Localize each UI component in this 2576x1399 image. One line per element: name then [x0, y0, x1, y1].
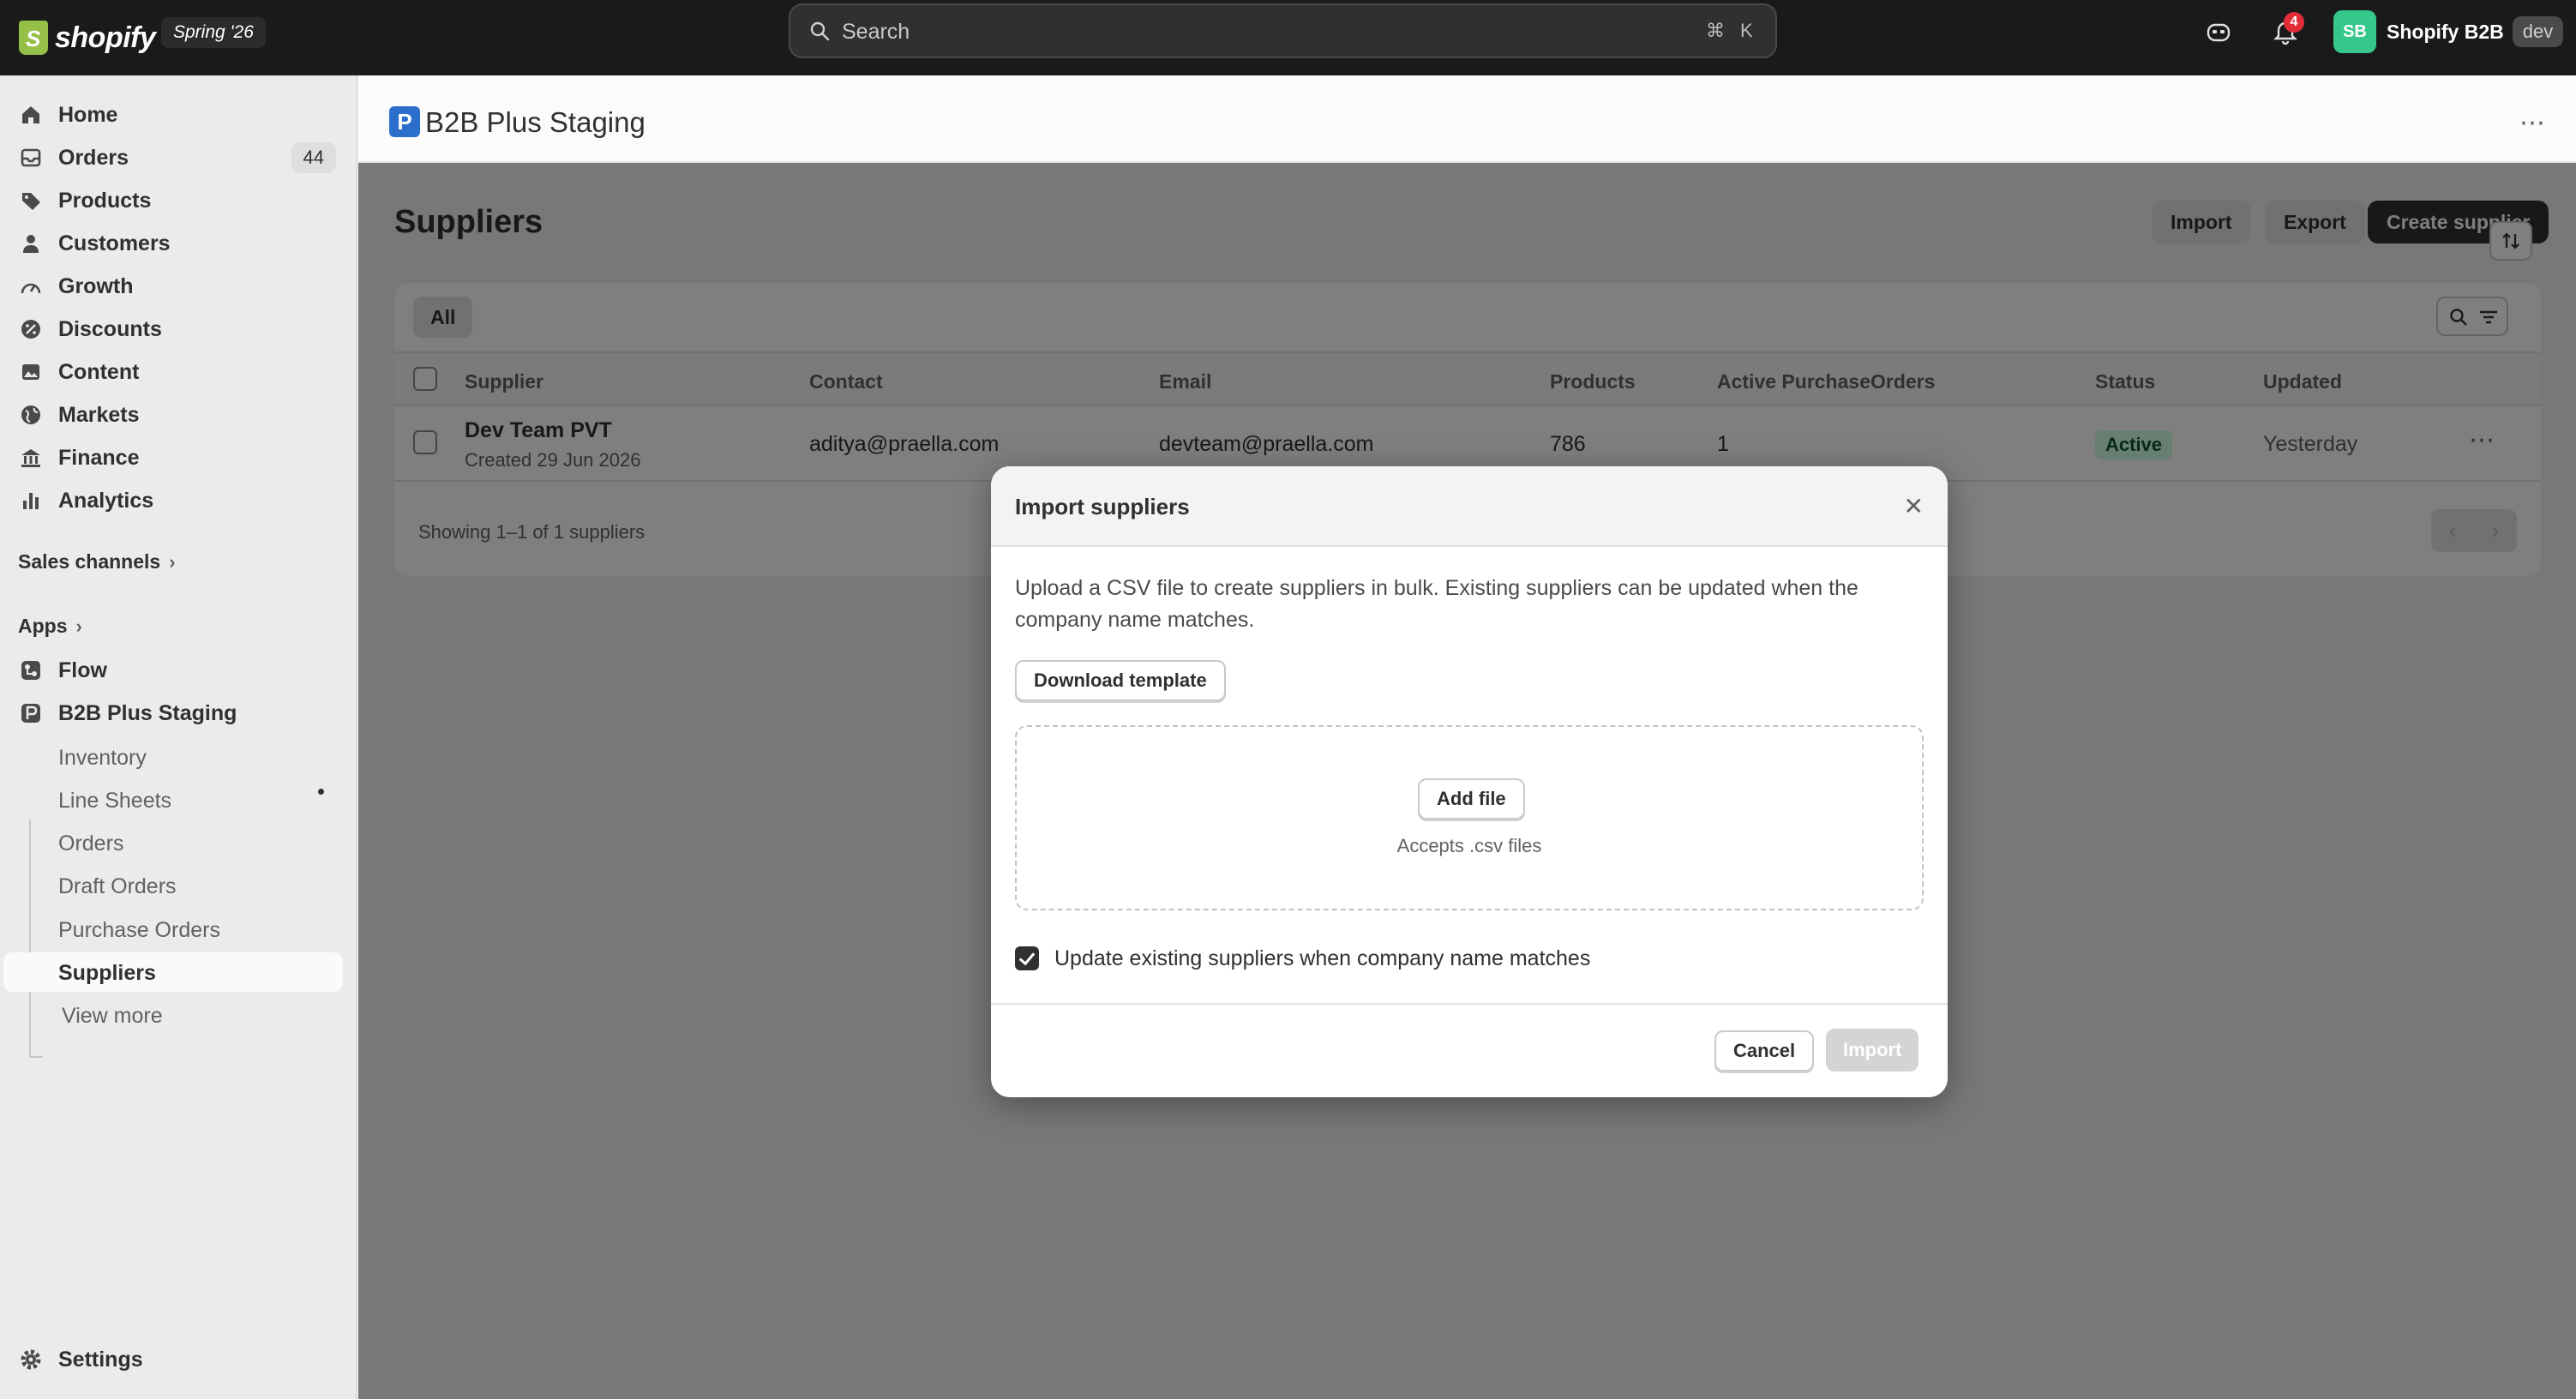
- app-title: B2B Plus Staging: [425, 106, 646, 138]
- sidebar-item-label: Orders: [58, 145, 129, 170]
- modal-header: Import suppliers ✕: [991, 466, 1948, 547]
- sidebar-item-label: Customers: [58, 231, 171, 255]
- update-existing-checkbox[interactable]: [1015, 946, 1039, 970]
- tag-icon: [22, 193, 40, 210]
- sidebar-item-content[interactable]: Content: [3, 351, 343, 393]
- sidebar-item-flow[interactable]: Flow: [3, 650, 343, 691]
- import-submit-button[interactable]: Import: [1826, 1029, 1919, 1072]
- chevron-right-icon: ›: [75, 615, 82, 637]
- bank-icon: [21, 449, 40, 467]
- more-actions-icon[interactable]: ⋯: [2519, 108, 2547, 138]
- sidebar-subitem-label: Suppliers: [58, 961, 156, 985]
- content-icon: [22, 364, 39, 380]
- store-env-badge: dev: [2512, 16, 2564, 47]
- add-file-button[interactable]: Add file: [1418, 778, 1525, 820]
- flow-icon: [21, 661, 40, 680]
- sidebar-item-label: B2B Plus Staging: [58, 700, 237, 725]
- orders-count-badge: 44: [291, 142, 336, 173]
- sidebar-subitem-suppliers[interactable]: Suppliers: [3, 952, 343, 992]
- shopify-bag-icon: [19, 21, 48, 55]
- sidebar-item-finance[interactable]: Finance: [3, 437, 343, 478]
- person-icon: [23, 235, 39, 253]
- sidebar-subitem-orders[interactable]: Orders: [3, 823, 343, 862]
- sidebar-item-b2b-plus-staging[interactable]: B2B Plus Staging: [3, 693, 343, 734]
- notification-count-badge: 4: [2284, 12, 2304, 33]
- home-icon: [22, 106, 39, 123]
- search-bar[interactable]: Search ⌘ K: [789, 3, 1777, 58]
- apps-label: Apps: [18, 615, 68, 637]
- view-more-label: View more: [62, 1004, 163, 1028]
- sidebar-subitem-label: Draft Orders: [58, 874, 177, 898]
- sidebar-item-label: Finance: [58, 445, 140, 470]
- sidebar-item-label: Flow: [58, 657, 107, 682]
- sidebar-item-label: Products: [58, 188, 152, 213]
- sidebar-subitem-purchase-orders[interactable]: Purchase Orders: [3, 910, 343, 949]
- sidebar-item-markets[interactable]: Markets: [3, 394, 343, 435]
- tree-connector-arrow: [29, 1048, 43, 1058]
- sidebar-item-label: Home: [58, 102, 118, 127]
- sidebar-subitem-line-sheets[interactable]: Line Sheets: [3, 780, 343, 820]
- sidebar-item-settings[interactable]: Settings: [3, 1339, 343, 1380]
- search-shortcut-key: K: [1740, 20, 1753, 41]
- sidebar-subitem-draft-orders[interactable]: Draft Orders: [3, 866, 343, 905]
- cancel-button[interactable]: Cancel: [1714, 1030, 1815, 1072]
- import-suppliers-modal: Import suppliers ✕ Upload a CSV file to …: [991, 466, 1948, 1097]
- store-name: Shopify B2B: [2387, 20, 2504, 43]
- sidekick-icon[interactable]: [2205, 19, 2232, 46]
- inbox-icon: [21, 148, 41, 167]
- top-bar: shopify Spring '26 Search ⌘ K 4 SB Shopi…: [0, 0, 2576, 75]
- discount-icon: [21, 320, 40, 339]
- sidebar-item-label: Analytics: [58, 488, 154, 513]
- b2b-plus-logo-icon: P: [389, 106, 420, 137]
- gauge-icon: [21, 283, 41, 294]
- close-icon[interactable]: ✕: [1904, 492, 1924, 520]
- search-shortcut-cmd: ⌘: [1706, 20, 1725, 41]
- modal-description: Upload a CSV file to create suppliers in…: [1015, 576, 1858, 632]
- store-avatar: SB: [2333, 10, 2376, 53]
- file-dropzone[interactable]: Add file Accepts .csv files: [1015, 725, 1924, 910]
- sidebar-item-customers[interactable]: Customers: [3, 223, 343, 264]
- sidebar-item-orders[interactable]: Orders 44: [3, 137, 343, 178]
- sidebar-item-home[interactable]: Home: [3, 94, 343, 135]
- sidebar-subitem-label: Purchase Orders: [58, 918, 220, 942]
- sidebar-subitem-label: Line Sheets: [58, 789, 172, 813]
- update-existing-label[interactable]: Update existing suppliers when company n…: [1054, 946, 1590, 971]
- store-switcher[interactable]: SB Shopify B2B dev: [2333, 10, 2564, 53]
- sidebar-subitem-label: Inventory: [58, 746, 147, 770]
- sidebar-item-growth[interactable]: Growth: [3, 266, 343, 307]
- sidebar-item-products[interactable]: Products: [3, 180, 343, 221]
- sidebar: Home Orders 44 Products Customers Growth…: [0, 75, 357, 1399]
- sidebar-subitem-inventory[interactable]: Inventory: [3, 737, 343, 777]
- shopify-logo[interactable]: shopify: [19, 14, 156, 62]
- modal-footer: Cancel Import: [991, 1003, 1948, 1097]
- download-template-button[interactable]: Download template: [1015, 660, 1226, 701]
- app-header: P B2B Plus Staging ⋯: [358, 75, 2576, 163]
- search-placeholder: Search: [842, 20, 910, 44]
- gear-icon: [21, 1349, 41, 1370]
- sidebar-item-label: Content: [58, 359, 140, 384]
- sales-channels-label: Sales channels: [18, 550, 161, 573]
- chevron-right-icon: ›: [169, 550, 176, 573]
- globe-icon: [21, 405, 40, 424]
- modal-title: Import suppliers: [1015, 494, 1190, 519]
- sidebar-item-label: Markets: [58, 402, 140, 427]
- accepted-file-types: Accepts .csv files: [1396, 835, 1542, 856]
- sidebar-item-discounts[interactable]: Discounts: [3, 309, 343, 350]
- sidebar-view-more[interactable]: View more: [3, 995, 343, 1035]
- app-root: shopify Spring '26 Search ⌘ K 4 SB Shopi…: [0, 0, 2576, 1399]
- apps-section[interactable]: Apps ›: [18, 615, 82, 638]
- logo-text: shopify: [55, 21, 156, 54]
- sidebar-subitem-label: Orders: [58, 832, 124, 856]
- b2b-plus-app-icon: [21, 704, 40, 723]
- sidebar-item-label: Growth: [58, 273, 134, 298]
- sidebar-item-analytics[interactable]: Analytics: [3, 480, 343, 521]
- sidebar-item-label: Settings: [58, 1347, 143, 1372]
- edition-badge[interactable]: Spring '26: [161, 17, 266, 48]
- bar-chart-icon: [23, 493, 39, 509]
- search-icon: [810, 21, 830, 41]
- sales-channels-section[interactable]: Sales channels ›: [18, 550, 176, 573]
- sidebar-item-label: Discounts: [58, 316, 162, 341]
